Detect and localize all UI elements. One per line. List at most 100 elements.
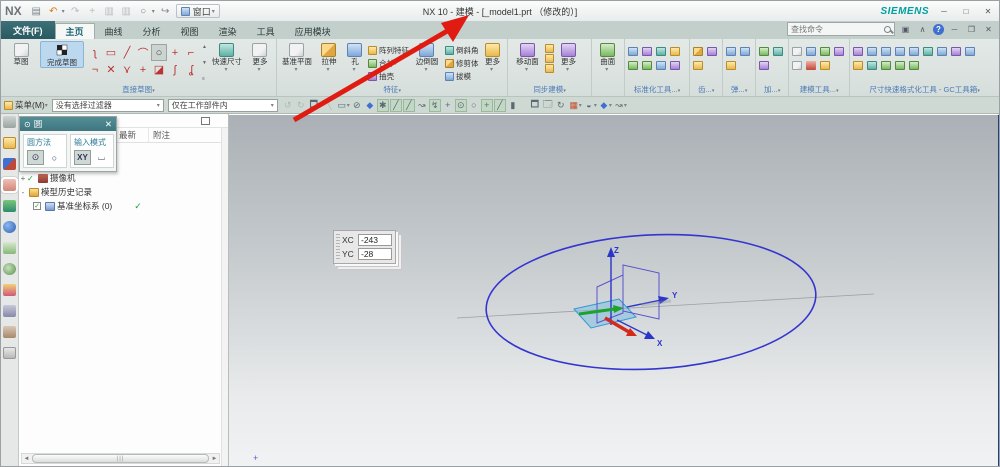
- tab-home[interactable]: 主页: [54, 23, 95, 39]
- scroll-left-icon[interactable]: ◄: [22, 456, 31, 462]
- tree-row-camera[interactable]: + ✓ 摄像机: [19, 171, 228, 185]
- modeling-tool-icon[interactable]: [792, 47, 803, 56]
- group-label-feature[interactable]: 特征 ▾: [277, 84, 508, 95]
- column-comment[interactable]: 附注: [149, 128, 228, 142]
- doc-close-icon[interactable]: ✕: [982, 23, 995, 36]
- circle-three-point-icon[interactable]: ○: [46, 150, 63, 165]
- modeling-tool-icon[interactable]: [820, 61, 831, 70]
- tab-analysis[interactable]: 分析: [133, 23, 171, 39]
- scroll-right-icon[interactable]: ►: [210, 456, 219, 462]
- gc-tool-icon[interactable]: [881, 61, 892, 70]
- std-tool-icon[interactable]: [641, 61, 652, 70]
- pull-face-icon[interactable]: [545, 44, 555, 53]
- gc-tool-icon[interactable]: [895, 61, 906, 70]
- extend-icon[interactable]: ⋎: [119, 61, 135, 78]
- assembly-navigator-icon[interactable]: [3, 137, 16, 149]
- roles-gear-icon[interactable]: [3, 116, 16, 128]
- gc-tool-icon[interactable]: [923, 47, 934, 56]
- gc-tool-icon[interactable]: [867, 47, 878, 56]
- gc-tool-icon[interactable]: [937, 47, 948, 56]
- group-label-spring[interactable]: 弹... ▾: [723, 84, 755, 95]
- tab-curve[interactable]: 曲线: [95, 23, 133, 39]
- draft-button[interactable]: 拔模: [444, 70, 479, 82]
- modeling-tool-icon[interactable]: [792, 61, 803, 70]
- snap-midpoint-icon[interactable]: ╱: [402, 98, 415, 112]
- history-palette-icon[interactable]: [3, 242, 16, 254]
- process-studio-icon[interactable]: [3, 305, 16, 317]
- edge-blend-button[interactable]: 边倒圆 ▾: [411, 41, 443, 73]
- sync-more-button[interactable]: 更多 ▾: [556, 41, 580, 73]
- gc-tool-icon[interactable]: [909, 47, 920, 56]
- pattern-curve-icon[interactable]: ʆ: [183, 61, 199, 78]
- snap-intersection-icon[interactable]: +: [442, 99, 454, 112]
- dialog-close-icon[interactable]: ✕: [105, 119, 112, 130]
- xy-coordinate-mode-button[interactable]: XY: [74, 150, 91, 165]
- std-tool-icon[interactable]: [655, 61, 666, 70]
- snap-point-on-face-icon[interactable]: ▮: [507, 99, 519, 112]
- parameter-mode-icon[interactable]: ⌴: [93, 150, 110, 165]
- arc-icon[interactable]: ⌒: [135, 44, 151, 61]
- gear-tool-icon[interactable]: [693, 47, 704, 56]
- palette-scroll[interactable]: ▲ ▼ ≡: [202, 44, 207, 82]
- finish-sketch-button[interactable]: 完成草图: [40, 41, 84, 68]
- rotate-view-icon[interactable]: ↻: [555, 99, 567, 112]
- chamfer-icon[interactable]: ¬: [87, 61, 103, 78]
- undo-dropdown-icon[interactable]: ▾: [62, 8, 65, 15]
- snap-spline-icon[interactable]: ↝: [416, 99, 428, 112]
- gear-tool-icon[interactable]: [693, 61, 704, 70]
- command-search[interactable]: [787, 22, 895, 36]
- gc-tool-icon[interactable]: [853, 47, 864, 56]
- window-menu-button[interactable]: 窗口 ▾: [175, 4, 220, 18]
- panel-maximize-icon[interactable]: [201, 116, 210, 125]
- yc-input[interactable]: [358, 248, 392, 260]
- datum-plane-button[interactable]: 基准平面 ▾: [280, 41, 314, 73]
- graphics-window[interactable]: Z Y X XC -243 YC -28 +: [229, 114, 999, 466]
- extrude-button[interactable]: 拉伸 ▾: [316, 41, 342, 73]
- std-tool-icon[interactable]: [641, 47, 652, 56]
- gc-tool-icon[interactable]: [909, 61, 920, 70]
- selection-filter-combo[interactable]: 没有选择过滤器 ▾: [51, 98, 164, 112]
- trim-body-button[interactable]: 修剪体: [444, 57, 478, 69]
- lasso-icon[interactable]: ╲: [323, 99, 335, 112]
- std-tool-icon[interactable]: [627, 47, 638, 56]
- sketch-more-button[interactable]: 更多 ▾: [247, 41, 273, 73]
- hole-button[interactable]: 孔 ▾: [344, 41, 366, 73]
- snap-arc-center-icon[interactable]: ⊙: [454, 98, 467, 112]
- modeling-tool-icon[interactable]: [806, 47, 817, 56]
- point-icon[interactable]: +: [167, 44, 183, 61]
- part-navigator-icon[interactable]: [1, 177, 18, 193]
- panel-vertical-scrollbar[interactable]: [221, 128, 228, 466]
- window-palette-icon[interactable]: [3, 347, 16, 359]
- std-tool-icon[interactable]: [669, 47, 680, 56]
- std-tool-icon[interactable]: [669, 61, 680, 70]
- gc-tool-icon[interactable]: [895, 47, 906, 56]
- unite-button[interactable]: 合并 ▾: [367, 57, 409, 69]
- quick-trim-icon[interactable]: ◪: [151, 61, 167, 78]
- reuse-library-icon[interactable]: [3, 200, 16, 212]
- make-corner-icon[interactable]: +: [135, 61, 151, 78]
- minimize-ribbon-icon[interactable]: ∧: [916, 23, 929, 36]
- undo-icon[interactable]: ↶: [47, 5, 60, 18]
- close-button[interactable]: ✕: [981, 5, 995, 17]
- maximize-button[interactable]: □: [959, 5, 973, 17]
- rapid-dimension-button[interactable]: 快速尺寸 ▾: [209, 41, 245, 73]
- group-label-modeling-tools[interactable]: 建模工具... ▾: [789, 84, 849, 95]
- shaded-view-icon[interactable]: 🗖: [529, 99, 541, 112]
- panel-horizontal-scrollbar[interactable]: ◄ ||| ►: [21, 453, 220, 464]
- snap-point-on-curve-icon[interactable]: ╱: [493, 98, 506, 112]
- gc-tool-icon[interactable]: [853, 61, 864, 70]
- gc-tool-icon[interactable]: [881, 47, 892, 56]
- selection-scope-combo[interactable]: 仅在工作部件内 ▾: [167, 98, 278, 112]
- circle-tool-dropdown-icon[interactable]: ▾: [152, 8, 155, 15]
- tab-tools[interactable]: 工具: [247, 23, 285, 39]
- move-face-button[interactable]: 移动面 ▾: [511, 41, 543, 73]
- processing-tool-icon[interactable]: [759, 47, 770, 56]
- surface-button[interactable]: 曲面 ▾: [595, 41, 621, 73]
- sketch-button[interactable]: 草图: [4, 41, 38, 66]
- trim-icon[interactable]: ✕: [103, 61, 119, 78]
- modeling-tool-icon[interactable]: [806, 61, 817, 70]
- group-label-gc-toolbox[interactable]: 尺寸快速格式化工具 - GC工具箱 ▾: [850, 84, 999, 95]
- group-label-processing[interactable]: 加... ▾: [756, 84, 788, 95]
- circle-icon[interactable]: ○: [151, 44, 167, 61]
- doc-minimize-icon[interactable]: ─: [948, 23, 961, 36]
